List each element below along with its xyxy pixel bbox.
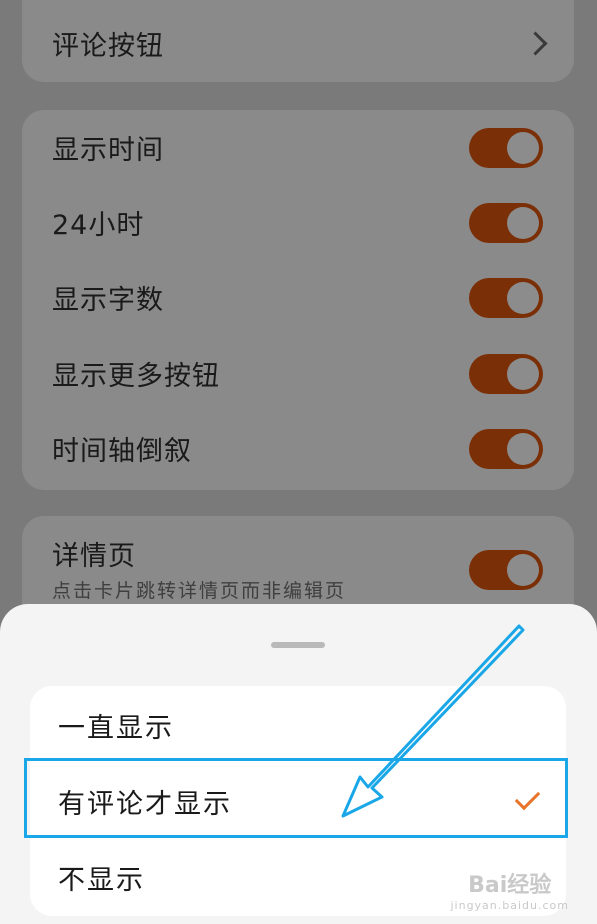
annotation-arrow-icon — [341, 624, 525, 818]
